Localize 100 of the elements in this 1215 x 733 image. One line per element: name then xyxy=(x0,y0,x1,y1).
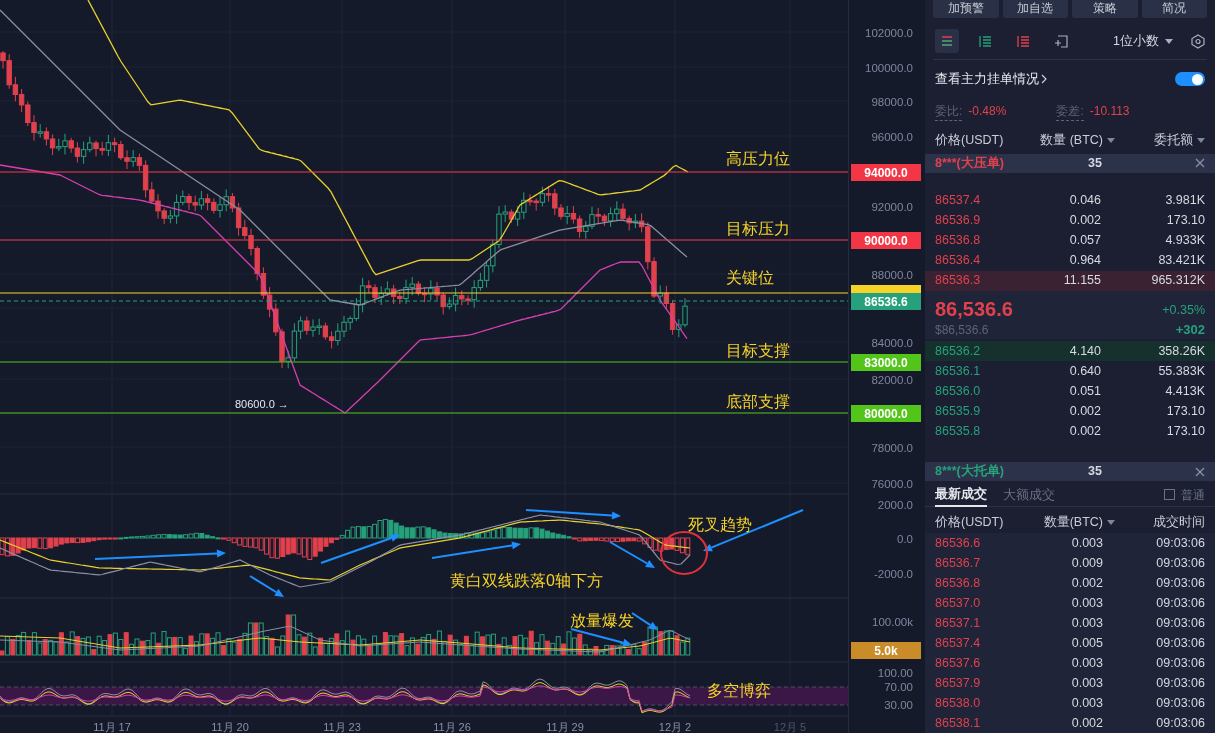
column-header: 价格(USDT) xyxy=(935,132,1004,149)
axis-label: 102000.0 xyxy=(865,26,913,41)
total-cell-text: 173.10 xyxy=(1165,212,1205,230)
level-annotation: 目标支撑 xyxy=(726,341,790,361)
total-cell-text: 3.981K xyxy=(1164,192,1205,210)
quantity-cell-text: 0.046 xyxy=(1068,192,1102,210)
total-cell-text: 173.10 xyxy=(1165,422,1205,440)
quantity-cell-text: 4.140 xyxy=(1068,342,1102,360)
price-cell-text: 86536.7 xyxy=(935,554,982,572)
level-annotation: 关键位 xyxy=(726,268,774,288)
tab[interactable]: 最新成交 xyxy=(935,482,987,507)
date-label: 11月 20 xyxy=(211,720,249,733)
price-cell-text: 86536.8 xyxy=(935,574,982,592)
axis-label: 76000.0 xyxy=(871,477,913,492)
price-cell-text: 86536.2 xyxy=(935,342,982,360)
price-cell-text: 86538.1 xyxy=(935,714,982,732)
price-cell-text: 86537.4 xyxy=(935,192,982,210)
quantity-cell-text: 0.002 xyxy=(1068,402,1102,420)
total-cell-text: 965.312K xyxy=(1150,272,1205,290)
precision-dropdown[interactable]: 1位小数 xyxy=(1113,31,1173,51)
toolbar-button[interactable]: 加自选 xyxy=(1002,0,1068,18)
total-cell-text: 358.26K xyxy=(1157,342,1205,360)
banner-count: 35 xyxy=(1087,155,1103,172)
price-cell-text: 86535.9 xyxy=(935,402,982,420)
difference-value: -10.113 xyxy=(1089,103,1130,120)
total-cell-text: 55.383K xyxy=(1157,362,1205,380)
total-cell-text: 173.10 xyxy=(1165,402,1205,420)
quantity-cell-text: 0.003 xyxy=(1070,694,1104,712)
time-cell-text: 09:03:06 xyxy=(1155,594,1205,612)
axis-label: 84000.0 xyxy=(871,336,913,351)
time-cell-text: 09:03:06 xyxy=(1155,614,1205,632)
banner-label: 8***(大压单) xyxy=(935,155,1005,172)
price-tag: 94000.0 xyxy=(851,164,921,181)
quantity-cell-text: 0.003 xyxy=(1070,674,1104,692)
price-cell-text: 86535.8 xyxy=(935,422,982,440)
price-cell-text: 86537.1 xyxy=(935,614,982,632)
price-cell-text: 86537.6 xyxy=(935,654,982,672)
toolbar-button[interactable]: 策略 xyxy=(1072,0,1138,18)
axis-label: 100000.0 xyxy=(865,61,913,76)
banner-count: 35 xyxy=(1087,463,1103,481)
price-cell-text: 86536.8 xyxy=(935,232,982,250)
change-value: +302 xyxy=(1175,320,1205,339)
quantity-cell-text: 0.009 xyxy=(1070,554,1104,572)
axis-label: 88000.0 xyxy=(871,268,913,283)
column-header: 成交时间 xyxy=(1153,514,1205,531)
difference-label: 委差: xyxy=(1056,101,1084,121)
price-cell-text: 86536.3 xyxy=(935,272,982,290)
price-cell-text: 86536.4 xyxy=(935,252,982,270)
total-cell-text: 4.933K xyxy=(1164,232,1205,250)
axis-label: 92000.0 xyxy=(871,200,913,215)
date-label: 11月 29 xyxy=(546,720,584,733)
time-cell-text: 09:03:06 xyxy=(1155,534,1205,552)
toolbar-button[interactable]: 加预警 xyxy=(933,0,999,18)
axis-label: 70.00 xyxy=(884,680,913,695)
rsi-annotation: 多空博弈 xyxy=(707,681,771,701)
time-cell-text: 09:03:06 xyxy=(1155,554,1205,572)
main-orders-link[interactable]: 查看主力挂单情况 xyxy=(935,69,1039,89)
date-label: 11月 26 xyxy=(433,720,471,733)
quantity-cell-text: 0.003 xyxy=(1070,614,1104,632)
price-cell-text: 86537.4 xyxy=(935,634,982,652)
banner-label: 8***(大托单) xyxy=(935,463,1005,481)
ratio-label: 委比: xyxy=(935,101,963,121)
price-tag: 83000.0 xyxy=(851,354,921,371)
price-cell-text: 86536.1 xyxy=(935,362,982,380)
time-cell-text: 09:03:06 xyxy=(1155,714,1205,732)
column-header[interactable]: 委托额 xyxy=(1154,131,1193,150)
price-cell-text: 86536.0 xyxy=(935,382,982,400)
last-price: 86,536.6 xyxy=(935,296,1013,321)
price-cell-text: 86538.0 xyxy=(935,694,982,712)
time-cell-text: 09:03:06 xyxy=(1155,654,1205,672)
total-cell-text: 4.413K xyxy=(1164,382,1205,400)
date-label: 11月 17 xyxy=(93,720,131,733)
cross-annotation: 死叉趋势 xyxy=(688,515,752,535)
macd-annotation: 黄白双线跌落0轴下方 xyxy=(450,571,603,591)
level-annotation: 底部支撑 xyxy=(726,392,790,412)
total-cell-text: 83.421K xyxy=(1157,252,1205,270)
price-tag: 86536.6 xyxy=(851,293,921,310)
quantity-cell-text: 0.003 xyxy=(1070,534,1104,552)
axis-label: 82000.0 xyxy=(871,373,913,388)
volume-annotation: 放量爆发 xyxy=(570,611,634,631)
quantity-cell-text: 0.002 xyxy=(1070,714,1104,732)
column-header: 价格(USDT) xyxy=(935,514,1004,531)
quantity-cell-text: 0.003 xyxy=(1070,654,1104,672)
axis-label: 100.00 xyxy=(877,666,913,681)
level-annotation: 高压力位 xyxy=(726,149,790,169)
time-cell-text: 09:03:06 xyxy=(1155,634,1205,652)
time-cell-text: 09:03:06 xyxy=(1155,574,1205,592)
time-cell-text: 09:03:06 xyxy=(1155,694,1205,712)
price-cell-text: 86536.9 xyxy=(935,212,982,230)
date-label: 12月 2 xyxy=(658,720,692,733)
axis-label: 30.00 xyxy=(884,698,913,713)
axis-label: 78000.0 xyxy=(871,441,913,456)
price-cell-text: 86537.9 xyxy=(935,674,982,692)
column-header[interactable]: 数量 (BTC) xyxy=(1040,131,1103,150)
price-cell-text: 86537.0 xyxy=(935,594,982,612)
toolbar-button[interactable]: 简况 xyxy=(1141,0,1207,18)
level-annotation: 目标压力 xyxy=(726,219,790,239)
column-header[interactable]: 数量(BTC) xyxy=(1043,513,1103,532)
quantity-cell-text: 11.155 xyxy=(1062,272,1102,290)
axis-label: 0.0 xyxy=(897,532,913,547)
